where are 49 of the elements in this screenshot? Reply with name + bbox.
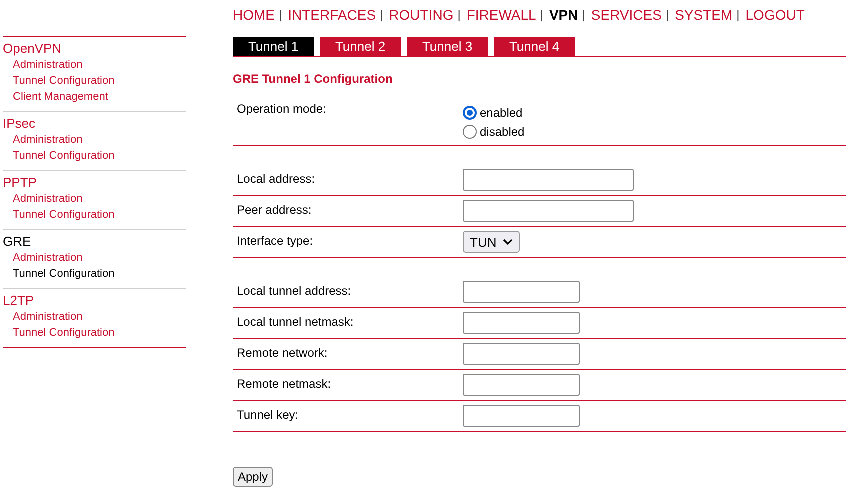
sidebar-heading[interactable]: OpenVPN bbox=[3, 41, 62, 57]
form-title: GRE Tunnel 1 Configuration bbox=[233, 72, 394, 86]
field-label: Local tunnel address: bbox=[237, 283, 352, 298]
field-label: Remote network: bbox=[237, 345, 329, 360]
sidebar-link[interactable]: Administration bbox=[13, 132, 83, 148]
sidebar-heading[interactable]: IPsec bbox=[3, 116, 36, 132]
sidebar-heading[interactable]: L2TP bbox=[3, 293, 34, 309]
radio-label: enabled bbox=[480, 106, 523, 120]
sidebar-heading[interactable]: PPTP bbox=[3, 175, 37, 191]
tunnel-tab[interactable]: Tunnel 4 bbox=[494, 37, 575, 56]
nav-link[interactable]: LOGOUT bbox=[746, 7, 805, 23]
tunnel-tab[interactable]: Tunnel 2 bbox=[320, 37, 401, 56]
field-label: Local tunnel netmask: bbox=[237, 314, 355, 329]
nav-separator: | bbox=[279, 8, 282, 22]
sidebar-link[interactable]: Tunnel Configuration bbox=[13, 266, 115, 282]
field-label: Operation mode: bbox=[237, 102, 328, 116]
apply-button[interactable]: Apply bbox=[233, 467, 274, 487]
sidebar-link[interactable]: Tunnel Configuration bbox=[13, 148, 115, 164]
nav-link[interactable]: SERVICES bbox=[591, 7, 662, 23]
radio-label: disabled bbox=[480, 124, 525, 138]
sidebar-link[interactable]: Administration bbox=[13, 309, 83, 325]
nav-link[interactable]: HOME bbox=[233, 7, 275, 23]
field-label: Peer address: bbox=[237, 202, 313, 217]
tunnel-tab[interactable]: Tunnel 3 bbox=[407, 37, 488, 56]
dropdown[interactable]: TUN bbox=[463, 231, 520, 253]
nav-link[interactable]: INTERFACES bbox=[288, 7, 376, 23]
nav-link[interactable]: ROUTING bbox=[389, 7, 454, 23]
nav-separator: | bbox=[582, 8, 586, 22]
nav-link[interactable]: SYSTEM bbox=[675, 7, 733, 23]
sidebar-link[interactable]: Tunnel Configuration bbox=[13, 207, 115, 223]
sidebar-heading[interactable]: GRE bbox=[3, 234, 32, 250]
field-label: Remote netmask: bbox=[237, 376, 332, 391]
field-label: Tunnel key: bbox=[237, 407, 300, 422]
sidebar-link[interactable]: Tunnel Configuration bbox=[13, 325, 115, 341]
tunnel-tab[interactable]: Tunnel 1 bbox=[233, 37, 314, 56]
field-label: Interface type: bbox=[237, 233, 314, 248]
sidebar-link[interactable]: Administration bbox=[13, 250, 83, 266]
nav-separator: | bbox=[458, 8, 461, 22]
nav-separator: | bbox=[540, 8, 544, 22]
nav-link[interactable]: FIREWALL bbox=[466, 7, 536, 23]
sidebar-link[interactable]: Administration bbox=[13, 57, 83, 73]
nav-separator: | bbox=[380, 8, 384, 22]
sidebar-link[interactable]: Administration bbox=[13, 191, 83, 207]
nav-separator: | bbox=[736, 8, 740, 22]
sidebar-link[interactable]: Tunnel Configuration bbox=[13, 73, 115, 89]
field-label: Local address: bbox=[237, 171, 316, 186]
nav-link[interactable]: VPN bbox=[549, 7, 578, 23]
nav-separator: | bbox=[666, 8, 670, 22]
sidebar-link[interactable]: Client Management bbox=[13, 89, 108, 105]
